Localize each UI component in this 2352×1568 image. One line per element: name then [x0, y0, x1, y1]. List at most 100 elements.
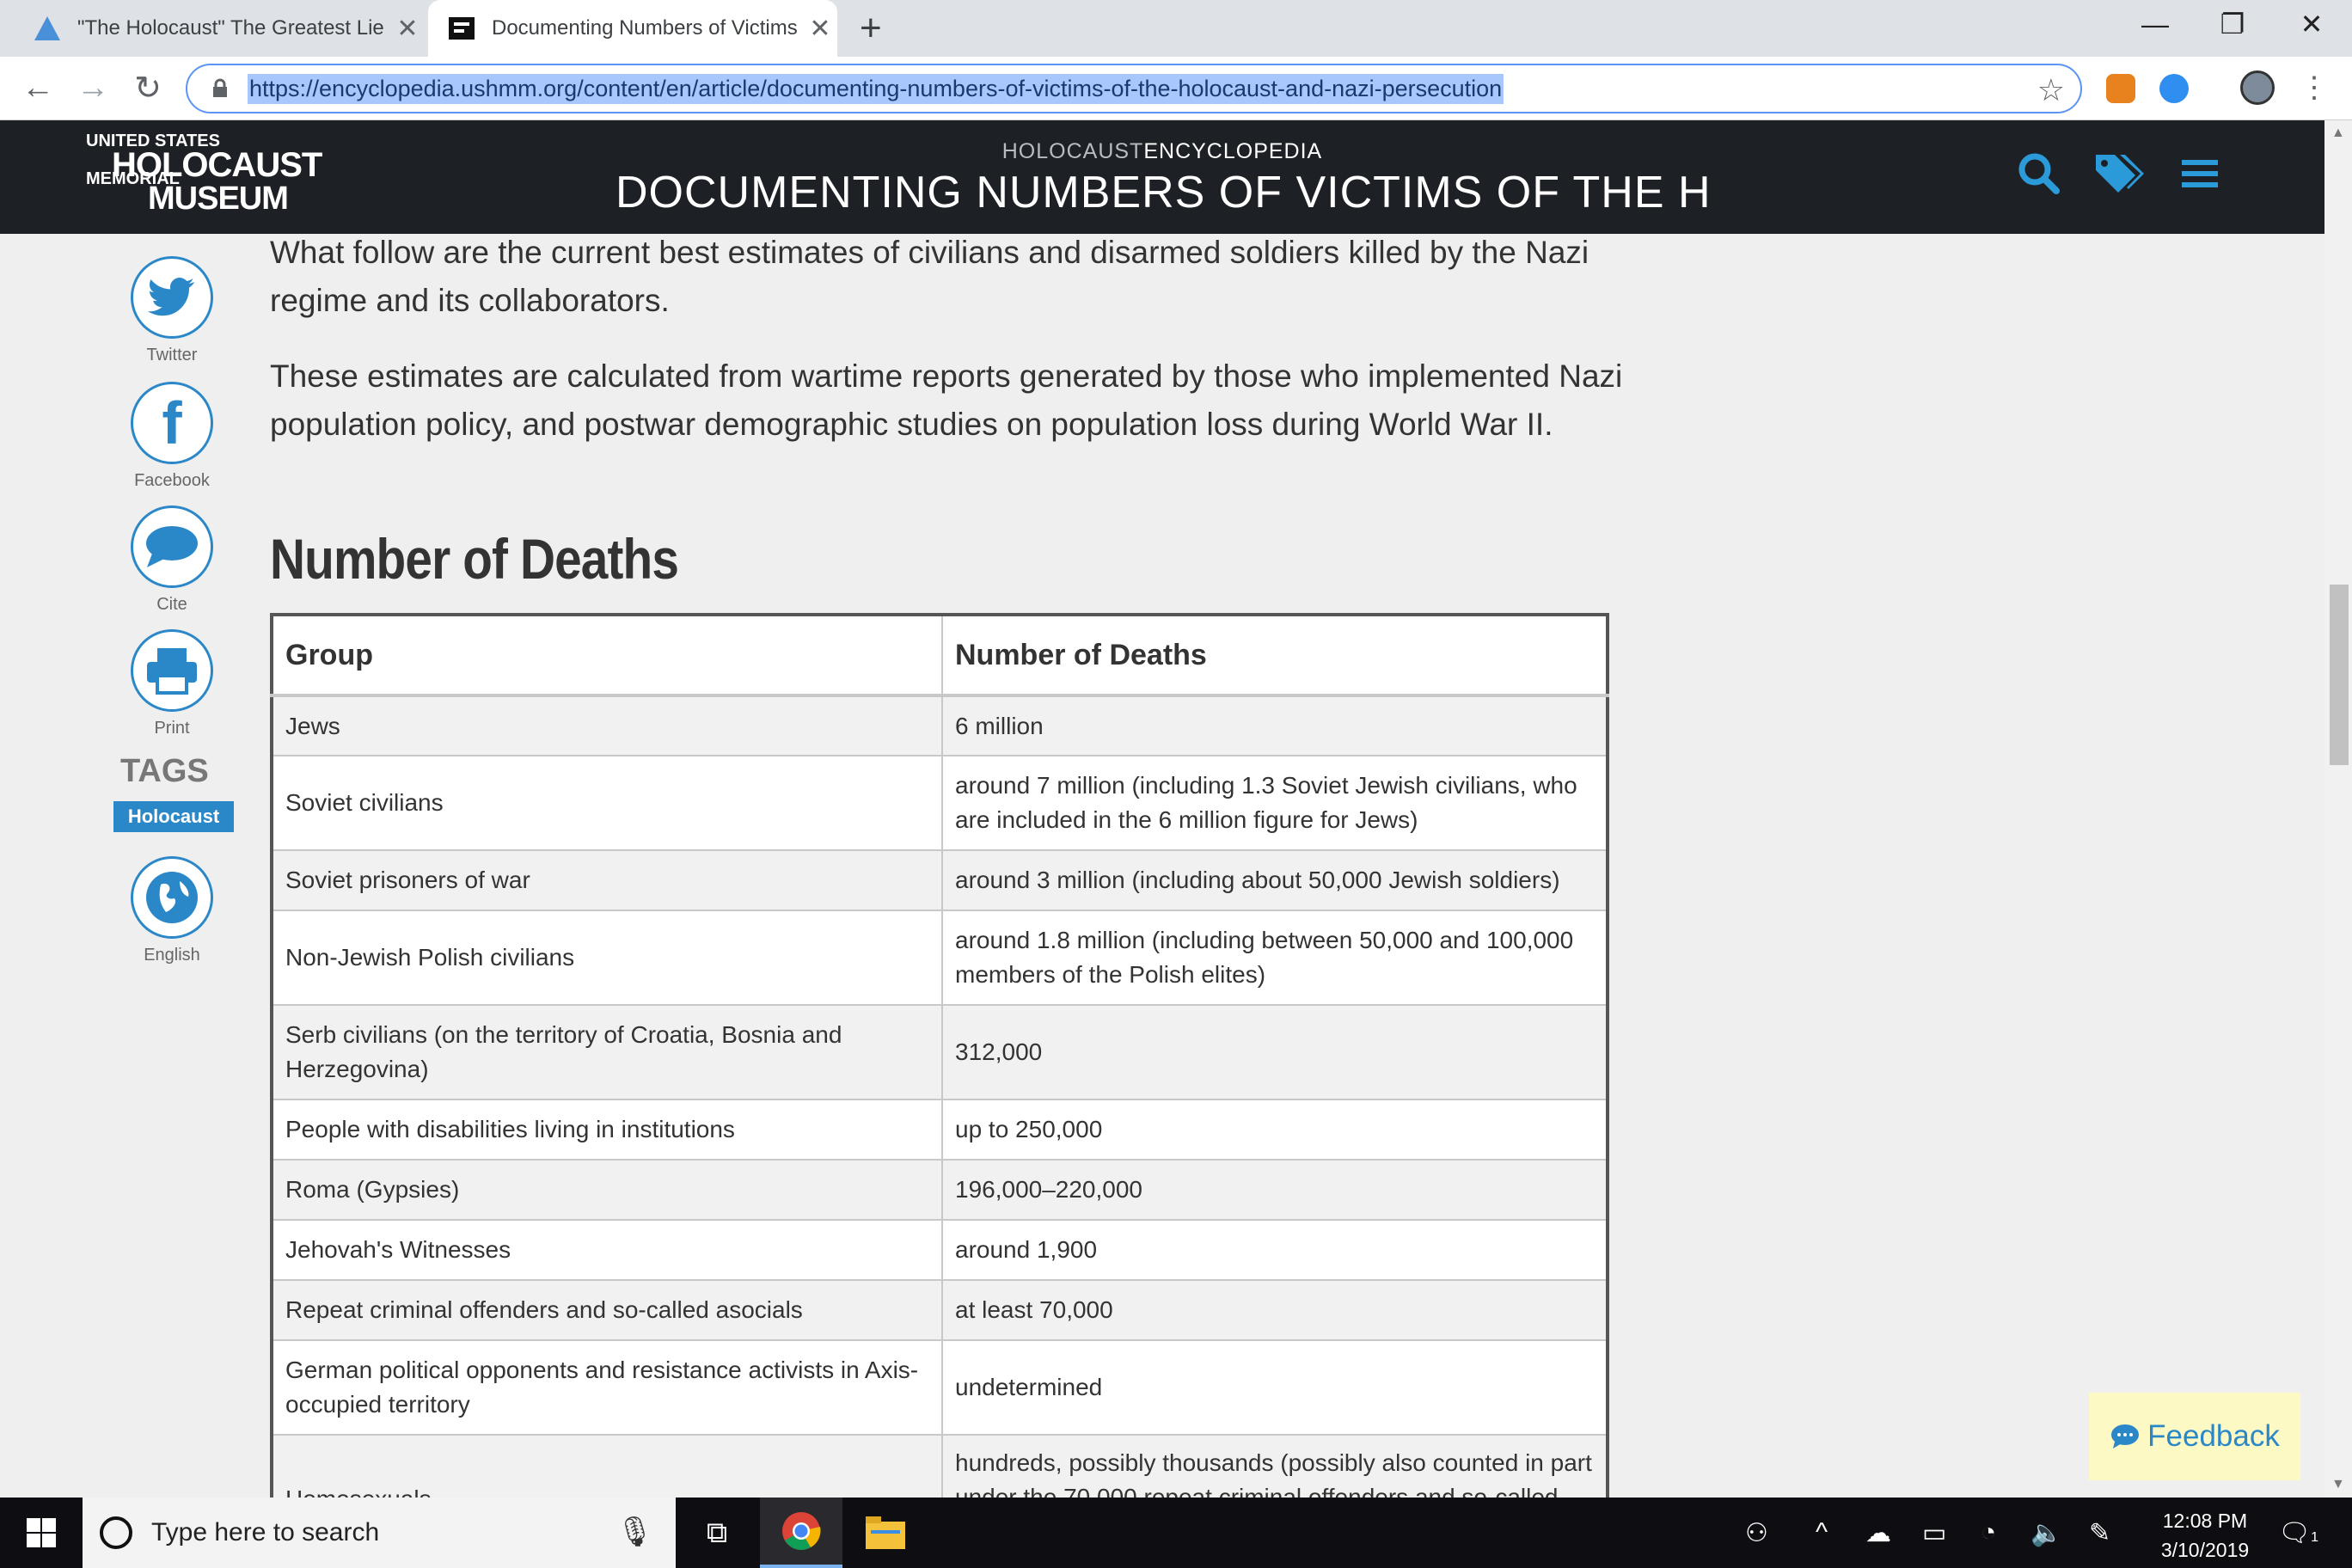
facebook-share[interactable]: f Facebook	[129, 382, 215, 491]
deaths-cell: up to 250,000	[941, 1099, 1609, 1161]
deaths-cell: hundreds, possibly thousands (possibly a…	[941, 1434, 1609, 1498]
reload-icon[interactable]: ↻	[124, 64, 172, 112]
pen-icon[interactable]: ✎	[2089, 1518, 2110, 1548]
feedback-button[interactable]: Feedback	[2089, 1393, 2300, 1480]
action-center-icon[interactable]: 🗨1	[2278, 1518, 2318, 1548]
scroll-thumb[interactable]	[2330, 585, 2349, 765]
deaths-cell: 196,000–220,000	[941, 1159, 1609, 1221]
table-row: Serb civilians (on the territory of Croa…	[270, 1004, 1609, 1100]
section-heading: Number of Deaths	[270, 527, 679, 591]
deaths-cell: at least 70,000	[941, 1279, 1609, 1341]
tab-documenting-numbers[interactable]: Documenting Numbers of Victims ✕	[428, 0, 837, 57]
cortana-icon	[100, 1516, 132, 1549]
tab-greatest-lie[interactable]: "The Holocaust" The Greatest Lie ✕	[0, 0, 425, 57]
search-icon[interactable]	[2012, 146, 2067, 201]
deaths-table: Group Number of Deaths Jews 6 million Sov…	[270, 613, 1609, 1498]
tags-icon[interactable]	[2091, 146, 2146, 201]
restore-button[interactable]: ❐	[2194, 0, 2271, 48]
table-row: Soviet civilians around 7 million (includ…	[270, 755, 1609, 851]
show-hidden-icons-chevron-icon[interactable]: ^	[1816, 1518, 1828, 1547]
address-bar[interactable]: https://encyclopedia.ushmm.org/content/e…	[186, 64, 2082, 113]
share-label: Twitter	[146, 346, 198, 364]
deaths-cell: around 7 million (including 1.3 Soviet J…	[941, 755, 1609, 851]
group-cell: Non-Jewish Polish civilians	[270, 910, 943, 1006]
twitter-share[interactable]: Twitter	[129, 256, 215, 365]
encyclopedia-label: HOLOCAUSTENCYCLOPEDIA	[0, 139, 2324, 164]
extension-icon[interactable]	[2159, 74, 2189, 103]
table-row: Roma (Gypsies) 196,000–220,000	[270, 1159, 1609, 1221]
encyclopedia-label-light: HOLOCAUST	[1001, 139, 1144, 163]
group-cell: Serb civilians (on the territory of Croa…	[270, 1004, 943, 1100]
forward-arrow-icon[interactable]: →	[69, 64, 117, 112]
table-row: Homosexualshundreds, possibly thousands …	[270, 1434, 1609, 1498]
clock-time: 12:08 PM	[2162, 1510, 2248, 1532]
table-row: Jews 6 million	[270, 695, 1609, 756]
metamask-extension-icon[interactable]	[2106, 74, 2135, 103]
file-explorer-icon[interactable]	[844, 1498, 927, 1568]
language-selector[interactable]: English	[129, 856, 215, 965]
table-header-row: Group Number of Deaths	[270, 614, 1609, 697]
clock-date: 3/10/2019	[2160, 1539, 2250, 1561]
windows-taskbar: Type here to search 🎙 ⧉ ⚇ ^ ☁ ▭ ◔ 🔈 ✎ 12…	[0, 1498, 2352, 1568]
page-scrollbar[interactable]: ▲ ▼	[2324, 120, 2352, 1498]
table-row: Soviet prisoners of war around 3 million …	[270, 849, 1609, 911]
search-placeholder: Type here to search	[151, 1518, 380, 1547]
wifi-icon[interactable]: ◔	[1981, 1518, 1996, 1547]
chrome-taskbar-icon[interactable]	[760, 1498, 842, 1568]
task-view-icon[interactable]: ⧉	[676, 1498, 758, 1568]
hamburger-menu-icon[interactable]	[2173, 146, 2228, 201]
group-cell: Jews	[270, 695, 943, 756]
close-window-button[interactable]: ✕	[2273, 0, 2350, 48]
windows-logo-icon	[27, 1518, 56, 1547]
battery-icon[interactable]: ▭	[1922, 1518, 1946, 1548]
encyclopedia-label-bold: ENCYCLOPEDIA	[1143, 139, 1323, 163]
close-tab-icon[interactable]: ✕	[390, 14, 425, 44]
deaths-cell: around 1.8 million (including between 50…	[941, 910, 1609, 1006]
feedback-label: Feedback	[2147, 1419, 2280, 1453]
facebook-icon[interactable]: f	[131, 382, 213, 464]
site-header: UNITED STATES HOLOCAUST MEMORIAL MUSEUM …	[0, 120, 2324, 234]
article-content: What follow are the current best estimat…	[0, 234, 2324, 1498]
speech-bubble-icon[interactable]	[131, 505, 213, 588]
cite-share[interactable]: Cite	[129, 505, 215, 615]
microphone-icon[interactable]: 🎙	[616, 1515, 653, 1549]
tag-holocaust[interactable]: Holocaust	[113, 801, 234, 832]
close-tab-icon[interactable]: ✕	[803, 14, 837, 44]
scroll-down-arrow-icon[interactable]: ▼	[2331, 1477, 2345, 1492]
bookmark-star-icon[interactable]: ☆	[2037, 72, 2065, 108]
scroll-up-arrow-icon[interactable]: ▲	[2331, 126, 2345, 141]
onedrive-cloud-icon[interactable]: ☁	[1865, 1518, 1891, 1548]
deaths-cell: around 3 million (including about 50,000…	[941, 849, 1609, 911]
table-row: Repeat criminal offenders and so-called …	[270, 1279, 1609, 1341]
group-cell: Homosexuals	[270, 1434, 943, 1498]
table-row: Jehovah's Witnesses around 1,900	[270, 1219, 1609, 1281]
system-clock[interactable]: 12:08 PM 3/10/2019	[2141, 1506, 2269, 1565]
print-share[interactable]: Print	[129, 629, 215, 738]
volume-icon[interactable]: 🔈	[2030, 1518, 2062, 1548]
back-arrow-icon[interactable]: ←	[14, 64, 62, 112]
language-label: English	[144, 946, 200, 965]
start-button[interactable]	[0, 1498, 83, 1568]
table-row: Non-Jewish Polish civilians around 1.8 mi…	[270, 910, 1609, 1006]
taskbar-search[interactable]: Type here to search 🎙	[83, 1498, 676, 1568]
twitter-icon[interactable]	[131, 256, 213, 339]
url-text[interactable]: https://encyclopedia.ushmm.org/content/e…	[248, 73, 1504, 104]
triangle-favicon-icon	[34, 16, 60, 40]
globe-icon[interactable]	[131, 856, 213, 939]
share-label: Facebook	[134, 471, 210, 490]
deaths-cell: 6 million	[941, 695, 1609, 756]
browser-toolbar: ← → ↻ https://encyclopedia.ushmm.org/con…	[0, 57, 2352, 120]
group-cell: Soviet civilians	[270, 755, 943, 851]
article-paragraph: What follow are the current best estimat…	[270, 235, 1589, 318]
printer-icon[interactable]	[131, 629, 213, 712]
table-row: People with disabilities living in insti…	[270, 1099, 1609, 1161]
group-cell: Soviet prisoners of war	[270, 849, 943, 911]
minimize-button[interactable]: —	[2116, 0, 2194, 48]
tab-title: "The Holocaust" The Greatest Lie	[77, 16, 384, 40]
group-cell: Roma (Gypsies)	[270, 1159, 943, 1221]
table-row: German political opponents and resistanc…	[270, 1339, 1609, 1436]
profile-avatar[interactable]	[2240, 70, 2275, 105]
new-tab-button[interactable]: +	[860, 7, 882, 50]
people-icon[interactable]: ⚇	[1745, 1518, 1768, 1548]
more-menu-icon[interactable]: ⋮	[2290, 64, 2338, 112]
